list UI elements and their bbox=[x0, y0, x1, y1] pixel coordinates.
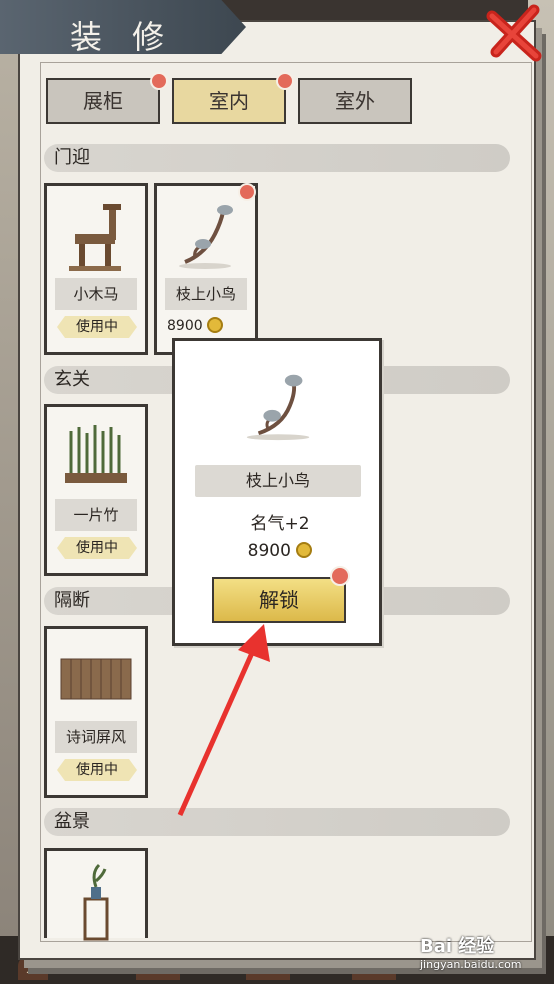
wooden-horse-icon bbox=[69, 204, 121, 271]
price-value: 8900 bbox=[247, 541, 291, 561]
card-new-badge bbox=[238, 183, 256, 201]
price-value: 8900 bbox=[167, 318, 203, 334]
bird-on-branch-icon bbox=[179, 205, 233, 269]
coin-icon bbox=[207, 317, 224, 333]
watermark-brand: Bai 经验 bbox=[420, 936, 495, 957]
card-bonsai[interactable] bbox=[44, 848, 148, 941]
section-entrance: 门迎 bbox=[44, 144, 510, 172]
tab-display-cabinet[interactable]: 展柜 bbox=[46, 78, 160, 124]
bonsai-icon bbox=[83, 863, 109, 941]
bird-on-branch-icon bbox=[246, 374, 310, 441]
popup-item-name: 枝上小鸟 bbox=[195, 465, 361, 497]
card-wooden-horse[interactable]: 小木马 使用中 bbox=[44, 183, 148, 355]
card-price: 8900 bbox=[167, 317, 224, 334]
page-title: 装 修 bbox=[70, 18, 175, 56]
folding-screen-icon bbox=[60, 658, 132, 700]
tab-indoor-badge bbox=[276, 72, 294, 90]
card-poetry-screen[interactable]: 诗词屏风 使用中 bbox=[44, 626, 148, 798]
status-badge: 使用中 bbox=[57, 316, 137, 338]
popup-price: 8900 bbox=[175, 541, 385, 561]
item-detail-popup: 枝上小鸟 名气+2 8900 解锁 bbox=[172, 338, 382, 646]
status-badge: 使用中 bbox=[57, 759, 137, 781]
popup-fame: 名气+2 bbox=[250, 514, 310, 534]
watermark: Bai 经验 jingyan.baidu.com bbox=[420, 932, 522, 971]
tab-indoor[interactable]: 室内 bbox=[172, 78, 286, 124]
tab-display-cabinet-badge bbox=[150, 72, 168, 90]
unlock-badge bbox=[330, 566, 350, 586]
card-name: 小木马 bbox=[55, 278, 137, 310]
tab-outdoor[interactable]: 室外 bbox=[298, 78, 412, 124]
bamboo-icon bbox=[65, 425, 127, 483]
status-badge: 使用中 bbox=[57, 537, 137, 559]
coin-icon bbox=[296, 542, 313, 558]
card-name: 枝上小鸟 bbox=[165, 278, 247, 310]
card-bamboo[interactable]: 一片竹 使用中 bbox=[44, 404, 148, 576]
card-name: 一片竹 bbox=[55, 499, 137, 531]
watermark-url: jingyan.baidu.com bbox=[420, 958, 522, 971]
close-icon[interactable] bbox=[486, 2, 542, 64]
card-bird-on-branch[interactable]: 枝上小鸟 8900 bbox=[154, 183, 258, 355]
card-name: 诗词屏风 bbox=[55, 721, 137, 753]
annotation-arrow-icon bbox=[177, 624, 270, 817]
